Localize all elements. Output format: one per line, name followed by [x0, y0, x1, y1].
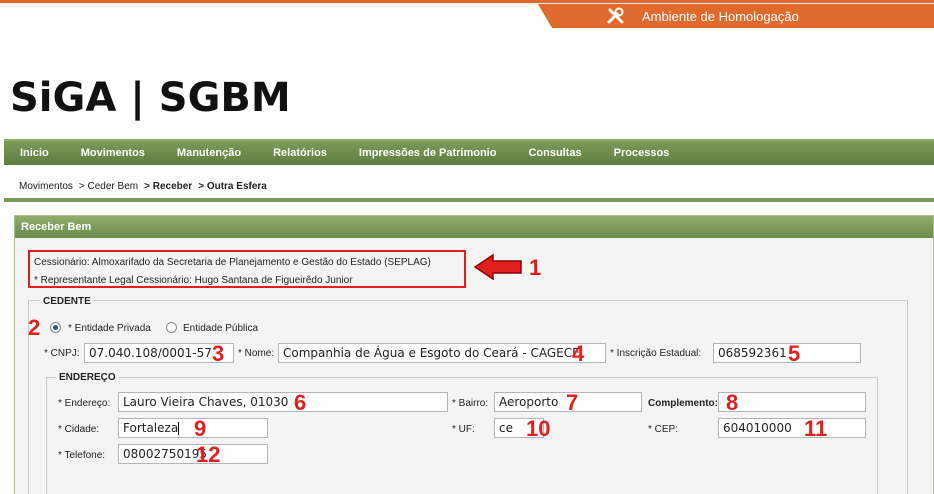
breadcrumb-item-ceder-bem[interactable]: > Ceder Bem [79, 181, 138, 192]
annotation-number: 10 [526, 416, 551, 441]
nav-item-processos[interactable]: Processos [598, 147, 686, 159]
cidade-value: Fortaleza [123, 421, 179, 435]
breadcrumb-item-movimentos[interactable]: Movimentos [19, 181, 73, 192]
cidade-field[interactable]: Fortaleza [118, 418, 268, 438]
nav-item-inicio[interactable]: Inicio [4, 147, 65, 159]
cessionario-text: Cessionário: Almoxarifado da Secretaria … [34, 257, 431, 268]
nome-field[interactable]: Companhia de Água e Esgoto do Ceará - CA… [278, 343, 606, 363]
complemento-field[interactable] [718, 392, 866, 412]
annotation-number: 5 [788, 341, 801, 366]
annotation-number: 6 [294, 390, 307, 415]
breadcrumb: Movimentos > Ceder Bem > Receber > Outra… [19, 181, 267, 192]
endereco-legend: ENDEREÇO [56, 372, 119, 383]
cep-label: * CEP: [648, 424, 679, 435]
inscricao-estadual-label: * Inscrição Estadual: [610, 348, 702, 359]
wrench-icon [607, 7, 624, 24]
entidade-publica-radio[interactable] [166, 322, 177, 333]
nav-item-consultas[interactable]: Consultas [512, 147, 597, 159]
annotation-number: 8 [726, 390, 739, 415]
telefone-label: * Telefone: [58, 450, 106, 461]
cep-field[interactable]: 604010000 [718, 418, 866, 438]
text-caret [178, 422, 180, 435]
nome-label: * Nome: [238, 348, 275, 359]
annotation-number: 11 [804, 416, 828, 441]
representante-text: * Representante Legal Cessionário: Hugo … [34, 275, 353, 286]
nav-item-manutencao[interactable]: Manutenção [161, 147, 257, 159]
annotation-number: 12 [196, 442, 221, 467]
main-nav: Inicio Movimentos Manutenção Relatórios … [4, 139, 934, 165]
inscricao-estadual-field[interactable]: 068592361 [713, 343, 861, 363]
environment-tab: Ambiente de Homologação [538, 4, 934, 28]
bairro-label: * Bairro: [452, 398, 489, 409]
entidade-publica-label: Entidade Pública [183, 323, 259, 334]
nav-item-impressoes[interactable]: Impressões de Patrimonio [343, 147, 513, 159]
panel-title: Receber Bem [15, 216, 933, 238]
breadcrumb-item-receber[interactable]: > Receber [144, 181, 192, 192]
page: Ambiente de Homologação SiGA | SGBM Inic… [0, 0, 934, 494]
endereco-label: * Endereço: [58, 398, 111, 409]
cidade-label: * Cidade: [58, 424, 100, 435]
app-logo: SiGA | SGBM [10, 75, 291, 121]
cedente-legend: CEDENTE [40, 296, 94, 307]
annotation-number: 4 [572, 341, 585, 366]
entidade-privada-radio[interactable] [50, 322, 61, 333]
nav-item-relatorios[interactable]: Relatórios [257, 147, 343, 159]
annotation-number: 3 [212, 341, 225, 366]
breadcrumb-divider [4, 198, 934, 202]
entidade-privada-label: * Entidade Privada [68, 323, 151, 334]
endereco-field[interactable]: Lauro Vieira Chaves, 01030 [118, 392, 448, 412]
complemento-label: Complemento: [648, 398, 718, 409]
breadcrumb-item-outra-esfera: > Outra Esfera [198, 181, 267, 192]
annotation-number: 2 [28, 315, 41, 340]
environment-label: Ambiente de Homologação [642, 8, 799, 24]
annotation-number: 9 [194, 416, 207, 441]
annotation-number: 7 [566, 390, 579, 415]
nav-item-movimentos[interactable]: Movimentos [65, 147, 161, 159]
uf-label: * UF: [452, 424, 475, 435]
telefone-field[interactable]: 08002750195 [118, 444, 268, 464]
cnpj-label: * CNPJ: [44, 348, 80, 359]
annotation-number: 1 [529, 255, 542, 280]
annotation-arrow-icon [473, 253, 522, 281]
